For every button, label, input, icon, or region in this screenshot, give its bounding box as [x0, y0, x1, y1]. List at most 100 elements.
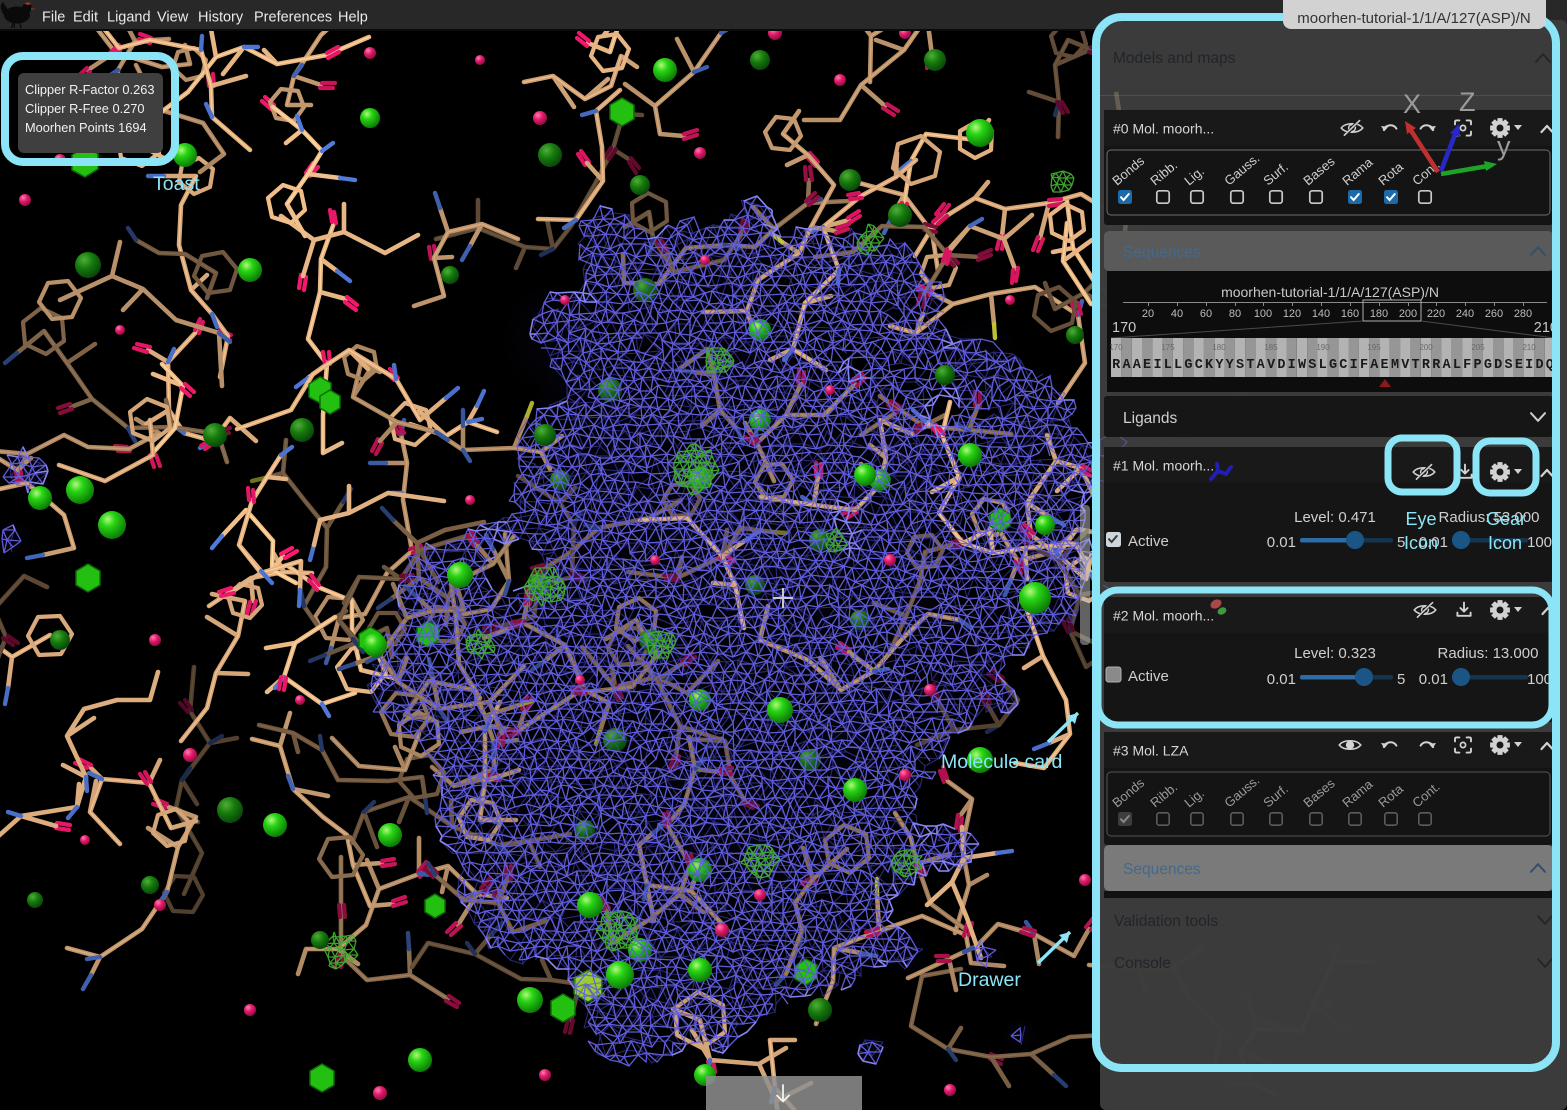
- svg-text:Validation tools: Validation tools: [1114, 913, 1218, 930]
- svg-text:R: R: [1422, 358, 1431, 373]
- svg-text:240: 240: [1456, 308, 1474, 320]
- svg-text:40: 40: [1171, 308, 1183, 320]
- svg-text:Console: Console: [1114, 955, 1171, 972]
- svg-text:205: 205: [1471, 343, 1485, 352]
- svg-text:T: T: [1412, 358, 1420, 373]
- svg-text:Level: 0.471: Level: 0.471: [1294, 509, 1376, 526]
- svg-text:L: L: [1319, 358, 1327, 373]
- svg-text:L: L: [1164, 358, 1172, 373]
- svg-text:Models and maps: Models and maps: [1113, 50, 1236, 67]
- svg-text:Y: Y: [1226, 358, 1235, 373]
- svg-text:D: D: [1535, 358, 1543, 373]
- svg-text:190: 190: [1316, 343, 1330, 352]
- svg-text:Active: Active: [1128, 533, 1169, 550]
- svg-text:#0 Mol. moorh...: #0 Mol. moorh...: [1113, 121, 1214, 137]
- svg-text:160: 160: [1341, 308, 1359, 320]
- svg-text:F: F: [1463, 358, 1471, 373]
- svg-text:Radius: 13.000: Radius: 13.000: [1438, 645, 1539, 662]
- svg-text:I: I: [1288, 358, 1296, 373]
- svg-text:#2 Mol. moorh...: #2 Mol. moorh...: [1113, 608, 1214, 624]
- svg-text:A: A: [1133, 358, 1142, 373]
- svg-text:A: A: [1443, 358, 1452, 373]
- svg-text:Moorhen Points 1694: Moorhen Points 1694: [25, 120, 147, 135]
- svg-text:History: History: [198, 10, 244, 26]
- svg-text:W: W: [1298, 358, 1307, 373]
- svg-text:V: V: [1267, 358, 1276, 373]
- svg-text:I: I: [1525, 358, 1533, 373]
- svg-text:#1 Mol. moorh...: #1 Mol. moorh...: [1113, 458, 1214, 474]
- svg-text:280: 280: [1514, 308, 1532, 320]
- svg-text:0.01: 0.01: [1419, 671, 1448, 688]
- svg-text:S: S: [1504, 358, 1512, 373]
- svg-text:moorhen-tutorial-1/1/A/127(ASP: moorhen-tutorial-1/1/A/127(ASP)/N: [1297, 10, 1530, 27]
- svg-text:260: 260: [1485, 308, 1503, 320]
- svg-text:180: 180: [1212, 343, 1226, 352]
- svg-text:File: File: [42, 10, 65, 26]
- svg-text:Edit: Edit: [73, 10, 98, 26]
- svg-text:0.01: 0.01: [1267, 671, 1296, 688]
- svg-text:D: D: [1494, 358, 1502, 373]
- svg-text:200: 200: [1399, 308, 1417, 320]
- svg-text:moorhen-tutorial-1/1/A/127(ASP: moorhen-tutorial-1/1/A/127(ASP)/N: [1221, 284, 1439, 300]
- svg-text:R: R: [1432, 358, 1441, 373]
- svg-text:Icon: Icon: [1404, 533, 1438, 553]
- svg-text:L: L: [1174, 358, 1182, 373]
- svg-text:K: K: [1205, 358, 1214, 373]
- svg-text:L: L: [1453, 358, 1461, 373]
- svg-text:P: P: [1474, 358, 1482, 373]
- svg-text:180: 180: [1370, 308, 1388, 320]
- svg-text:View: View: [157, 10, 189, 26]
- svg-text:175: 175: [1161, 343, 1175, 352]
- svg-text:M: M: [1391, 358, 1399, 373]
- svg-text:Active: Active: [1128, 668, 1169, 685]
- svg-text:E: E: [1515, 358, 1523, 373]
- svg-text:I: I: [1350, 358, 1358, 373]
- svg-text:G: G: [1184, 358, 1192, 373]
- svg-text:Ligands: Ligands: [1123, 410, 1178, 427]
- svg-text:140: 140: [1312, 308, 1330, 320]
- svg-text:220: 220: [1427, 308, 1445, 320]
- svg-text:Toast: Toast: [153, 173, 200, 195]
- svg-text:R: R: [1112, 358, 1121, 373]
- svg-text:20: 20: [1142, 308, 1154, 320]
- svg-text:G: G: [1484, 358, 1492, 373]
- svg-text:Help: Help: [338, 10, 368, 26]
- svg-text:T: T: [1246, 358, 1254, 373]
- svg-text:Sequences: Sequences: [1123, 244, 1201, 261]
- svg-text:80: 80: [1229, 308, 1241, 320]
- svg-text:Level: 0.323: Level: 0.323: [1294, 645, 1376, 662]
- svg-text:E: E: [1381, 358, 1389, 373]
- svg-text:Preferences: Preferences: [254, 10, 332, 26]
- svg-text:170: 170: [1109, 343, 1123, 352]
- svg-text:5: 5: [1397, 671, 1405, 688]
- svg-text:S: S: [1308, 358, 1316, 373]
- svg-text:E: E: [1143, 358, 1151, 373]
- svg-text:S: S: [1236, 358, 1244, 373]
- svg-text:100: 100: [1527, 534, 1552, 551]
- svg-text:A: A: [1257, 358, 1266, 373]
- svg-text:Clipper R-Factor 0.263: Clipper R-Factor 0.263: [25, 82, 154, 97]
- svg-text:I: I: [1153, 358, 1161, 373]
- svg-text:Drawer: Drawer: [958, 969, 1021, 991]
- svg-text:G: G: [1329, 358, 1337, 373]
- svg-text:C: C: [1195, 358, 1203, 373]
- svg-text:210: 210: [1522, 343, 1536, 352]
- svg-text:Y: Y: [1215, 358, 1224, 373]
- svg-text:100: 100: [1254, 308, 1272, 320]
- svg-text:185: 185: [1264, 343, 1278, 352]
- svg-text:100: 100: [1527, 671, 1552, 688]
- svg-text:y: y: [1497, 131, 1511, 161]
- svg-text:A: A: [1122, 358, 1131, 373]
- svg-text:Gear: Gear: [1486, 509, 1526, 529]
- svg-text:0.01: 0.01: [1267, 534, 1296, 551]
- svg-text:Molecule card: Molecule card: [941, 751, 1062, 773]
- svg-text:V: V: [1401, 358, 1410, 373]
- svg-text:#3 Mol. LZA: #3 Mol. LZA: [1113, 743, 1189, 759]
- svg-text:Icon: Icon: [1488, 533, 1522, 553]
- svg-text:C: C: [1339, 358, 1347, 373]
- svg-text:170: 170: [1112, 320, 1136, 336]
- svg-text:200: 200: [1419, 343, 1433, 352]
- svg-text:195: 195: [1367, 343, 1381, 352]
- svg-text:Z: Z: [1459, 87, 1476, 117]
- svg-text:D: D: [1277, 358, 1285, 373]
